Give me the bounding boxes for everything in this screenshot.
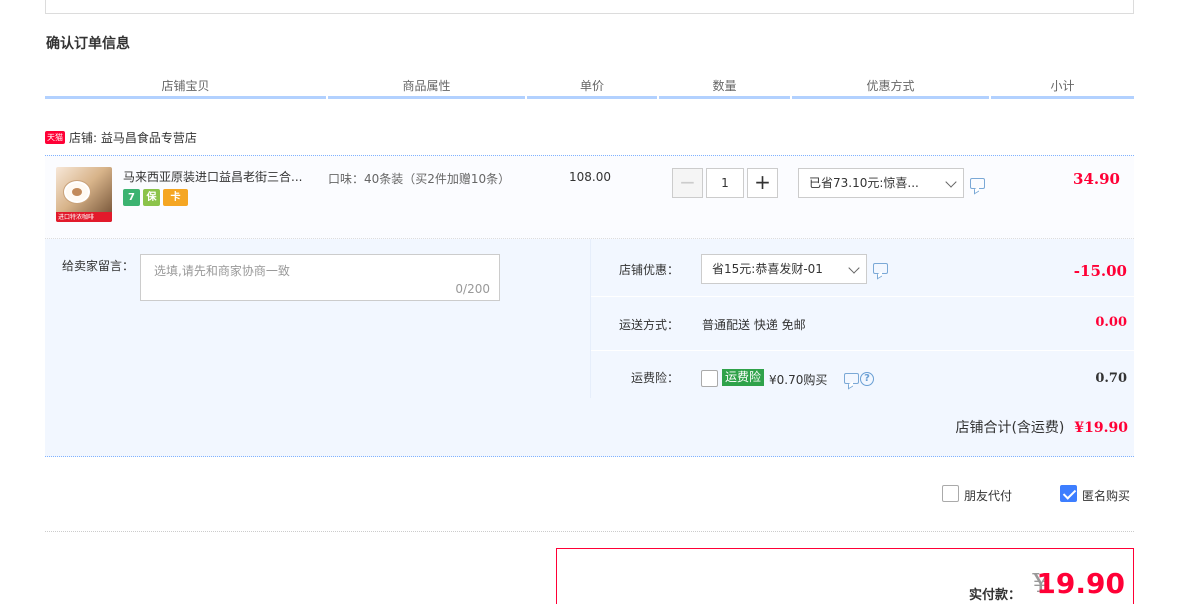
shop-name[interactable]: 店铺: 益马昌食品专营店 xyxy=(69,129,197,146)
order-options-box: 给卖家留言： 选填,请先和商家协商一致 0/200 店铺优惠： 省15元:恭喜发… xyxy=(45,239,1135,457)
freight-insurance-value: ¥0.70购买 xyxy=(769,373,828,387)
service-icons: 7 保 卡 xyxy=(123,189,188,206)
shop-discount-row: 店铺优惠： 省15元:恭喜发财-01 -15.00 xyxy=(591,239,1135,297)
unit-price: 108.00 xyxy=(569,170,611,184)
tmall-badge-icon: 天猫 xyxy=(45,130,65,144)
quantity-input[interactable]: 1 xyxy=(706,168,744,198)
column-header-attributes: 商品属性 xyxy=(328,77,525,99)
freight-insurance-badge: 运费险 xyxy=(722,369,765,386)
shop-row: 天猫 店铺: 益马昌食品专营店 xyxy=(45,128,197,146)
shop-discount-amount: -15.00 xyxy=(1073,262,1127,280)
divider xyxy=(45,531,1134,532)
shipping-value: 普通配送 快递 免邮 xyxy=(702,318,806,332)
column-header-product: 店铺宝贝 xyxy=(45,77,326,99)
quantity-decrease-button[interactable]: − xyxy=(672,168,703,198)
order-item-row: 进口特浓咖啡 马来西亚原装进口益昌老街三合... 7 保 卡 口味：40条装（买… xyxy=(45,155,1134,239)
freight-insurance-row: 运费险： 运费险 ¥0.70购买 ? 0.70 xyxy=(591,351,1135,398)
anonymous-purchase-checkbox[interactable] xyxy=(1060,485,1077,502)
shop-discount-value: 省15元:恭喜发财-01 xyxy=(712,262,823,276)
seller-message-placeholder: 选填,请先和商家协商一致 xyxy=(154,264,290,278)
previous-section-box xyxy=(45,0,1134,14)
shipping-row: 运送方式： 普通配送 快递 免邮 0.00 xyxy=(591,297,1135,351)
guarantee-icon[interactable]: 保 xyxy=(143,189,160,206)
chevron-down-icon xyxy=(945,176,957,188)
freight-insurance-checkbox[interactable] xyxy=(701,370,718,387)
item-discount-value: 已省73.10元:惊喜... xyxy=(809,176,919,190)
product-title[interactable]: 马来西亚原装进口益昌老街三合... xyxy=(123,168,323,185)
column-headers: 店铺宝贝 商品属性 单价 数量 优惠方式 小计 xyxy=(45,77,1134,99)
product-thumbnail[interactable]: 进口特浓咖啡 xyxy=(56,167,112,222)
seller-message-char-count: 0/200 xyxy=(455,282,490,296)
section-title: 确认订单信息 xyxy=(46,36,130,52)
column-header-unit-price: 单价 xyxy=(527,77,657,99)
seven-day-return-icon[interactable]: 7 xyxy=(123,189,140,206)
column-header-discount: 优惠方式 xyxy=(792,77,989,99)
column-header-subtotal: 小计 xyxy=(991,77,1134,99)
quantity-increase-button[interactable]: + xyxy=(747,168,778,198)
seller-message-label: 给卖家留言： xyxy=(62,259,135,273)
friend-pay-checkbox[interactable] xyxy=(942,485,959,502)
chat-icon[interactable] xyxy=(970,178,985,189)
anonymous-purchase-label[interactable]: 匿名购买 xyxy=(1082,487,1130,504)
item-subtotal: 34.90 xyxy=(1073,170,1120,188)
item-discount-select[interactable]: 已省73.10元:惊喜... xyxy=(798,168,964,198)
credit-card-icon[interactable]: 卡 xyxy=(163,189,188,206)
column-header-quantity: 数量 xyxy=(659,77,790,99)
chat-icon[interactable] xyxy=(844,373,859,384)
shipping-label: 运送方式： xyxy=(618,318,679,332)
shipping-amount: 0.00 xyxy=(1095,315,1127,330)
payment-label: 实付款： xyxy=(968,588,1021,603)
payment-summary-box: 实付款： ¥ 19.90 xyxy=(556,548,1134,604)
freight-insurance-label: 运费险： xyxy=(630,371,679,385)
product-attribute: 口味：40条装（买2件加赠10条） xyxy=(328,172,511,186)
shop-total: 店铺合计(含运费) ¥19.90 xyxy=(955,417,1128,437)
seller-message-input[interactable]: 选填,请先和商家协商一致 0/200 xyxy=(140,254,500,301)
friend-pay-label[interactable]: 朋友代付 xyxy=(964,487,1012,504)
shop-discount-select[interactable]: 省15元:恭喜发财-01 xyxy=(701,254,867,284)
shop-discount-label: 店铺优惠： xyxy=(618,263,679,277)
coffee-cup-image xyxy=(64,181,90,203)
payment-amount: 19.90 xyxy=(1036,567,1125,600)
order-options-panel: 店铺优惠： 省15元:恭喜发财-01 -15.00 运送方式： 普通配送 快递 … xyxy=(590,239,1135,398)
shop-total-label: 店铺合计(含运费) xyxy=(955,420,1065,436)
thumbnail-tag-label: 进口特浓咖啡 xyxy=(58,214,95,221)
help-icon[interactable]: ? xyxy=(860,372,874,386)
freight-insurance-amount: 0.70 xyxy=(1095,371,1127,386)
chevron-down-icon xyxy=(848,262,860,274)
chat-icon[interactable] xyxy=(873,263,888,274)
quantity-stepper: − 1 + xyxy=(672,168,778,198)
shop-total-amount: ¥19.90 xyxy=(1074,420,1128,436)
